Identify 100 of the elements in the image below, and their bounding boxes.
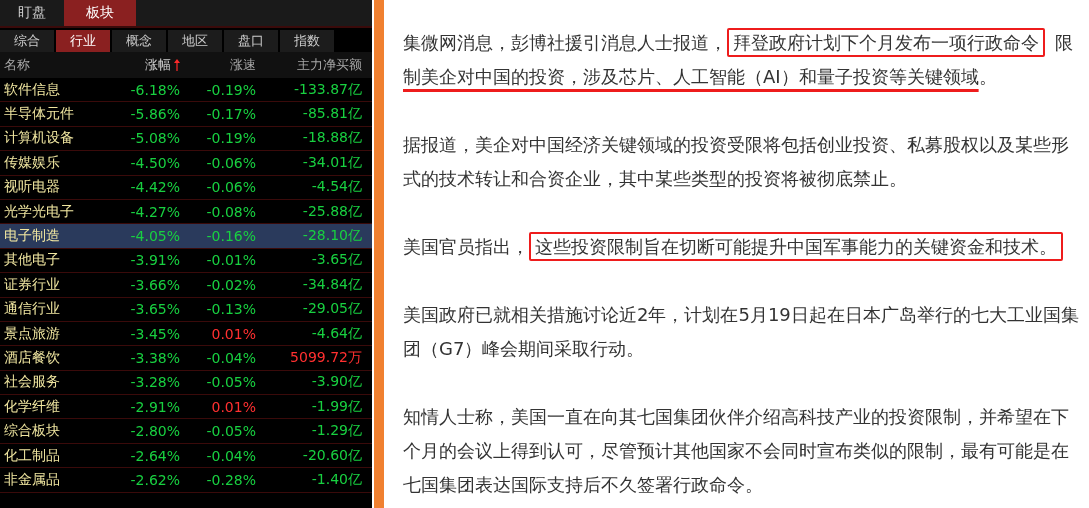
net-inflow-value: -20.60亿 xyxy=(302,446,362,465)
sector-name: 证券行业 xyxy=(4,275,60,294)
net-inflow-value: -4.64亿 xyxy=(311,324,362,343)
speed-percent: -0.06% xyxy=(206,179,256,196)
sector-name: 化工制品 xyxy=(4,446,60,465)
net-inflow-value: -18.88亿 xyxy=(302,129,362,148)
speed-percent: -0.19% xyxy=(206,130,256,147)
category-tab[interactable]: 地区 xyxy=(168,30,222,52)
net-inflow-value: -3.90亿 xyxy=(311,373,362,392)
speed-percent: -0.13% xyxy=(206,301,256,318)
speed-percent: -0.04% xyxy=(206,350,256,366)
category-tab[interactable]: 盘口 xyxy=(224,30,278,52)
change-percent: -3.28% xyxy=(130,374,180,391)
speed-percent: -0.05% xyxy=(206,374,256,391)
net-inflow-value: -1.29亿 xyxy=(311,422,362,441)
table-row[interactable]: 半导体元件 -5.86% -0.17% -85.81亿 xyxy=(0,102,372,127)
change-percent: -6.18% xyxy=(130,81,180,98)
speed-percent: -0.17% xyxy=(206,106,256,123)
table-row[interactable]: 酒店餐饮 -3.38% -0.04% 5099.72万 xyxy=(0,346,372,371)
table-row[interactable]: 通信行业 -3.65% -0.13% -29.05亿 xyxy=(0,297,372,322)
speed-percent: -0.01% xyxy=(206,252,256,269)
sector-name: 景点旅游 xyxy=(4,324,60,343)
speed-percent: 0.01% xyxy=(211,398,256,415)
table-row[interactable]: 化学纤维 -2.91% 0.01% -1.99亿 xyxy=(0,395,372,420)
speed-percent: -0.06% xyxy=(206,154,256,171)
change-percent: -2.64% xyxy=(130,447,180,464)
speed-percent: -0.28% xyxy=(206,471,256,488)
net-inflow-value: -34.01亿 xyxy=(302,153,362,172)
sector-name: 社会服务 xyxy=(4,373,60,392)
net-inflow-value: -3.65亿 xyxy=(311,251,362,270)
sector-name: 传媒娱乐 xyxy=(4,153,60,172)
net-inflow-value: -1.40亿 xyxy=(311,470,362,489)
table-row[interactable]: 计算机设备 -5.08% -0.19% -18.88亿 xyxy=(0,126,372,152)
sector-name: 其他电子 xyxy=(4,251,60,270)
sector-name: 非金属品 xyxy=(4,470,60,489)
category-tab[interactable]: 行业 xyxy=(56,30,110,52)
table-row[interactable]: 化工制品 -2.64% -0.04% -20.60亿 xyxy=(0,443,372,469)
speed-percent: 0.01% xyxy=(211,325,256,342)
net-inflow-value: -133.87亿 xyxy=(293,80,362,99)
table-row[interactable]: 视听电器 -4.42% -0.06% -4.54亿 xyxy=(0,175,372,200)
change-percent: -3.91% xyxy=(130,252,180,269)
article-paragraph: 知情人士称，美国一直在向其七国集团伙伴介绍高科技产业的投资限制，并希望在下个月的会议上得到认可，尽管预计其他国家不会同时宣布类似的限制，最有可能是在七国集团表达国际支持后不久签署行政命令。 xyxy=(403,405,1070,497)
sector-name: 软件信息 xyxy=(4,80,60,99)
net-inflow-value: -85.81亿 xyxy=(302,105,362,124)
sector-name: 电子制造 xyxy=(4,227,60,246)
change-percent: -4.50% xyxy=(130,154,180,171)
category-tab[interactable]: 综合 xyxy=(0,30,54,52)
change-percent: -2.91% xyxy=(130,398,180,415)
speed-percent: -0.05% xyxy=(206,423,256,440)
column-header[interactable]: 主力净买额 xyxy=(297,56,362,74)
column-header[interactable]: 涨幅 xyxy=(145,56,171,74)
sector-name: 计算机设备 xyxy=(4,129,74,148)
speed-percent: -0.16% xyxy=(206,228,256,245)
change-percent: -4.27% xyxy=(130,203,180,220)
change-percent: -2.62% xyxy=(130,471,180,488)
speed-percent: -0.04% xyxy=(206,447,256,464)
table-row[interactable]: 景点旅游 -3.45% 0.01% -4.64亿 xyxy=(0,321,372,347)
change-percent: -4.42% xyxy=(130,179,180,196)
table-row[interactable]: 软件信息 -6.18% -0.19% -133.87亿 xyxy=(0,78,372,103)
net-inflow-value: -25.88亿 xyxy=(302,202,362,221)
change-percent: -3.38% xyxy=(130,350,180,366)
net-inflow-value: 5099.72万 xyxy=(290,349,362,367)
sector-name: 视听电器 xyxy=(4,178,60,197)
table-row[interactable]: 证券行业 -3.66% -0.02% -34.84亿 xyxy=(0,273,372,298)
column-header[interactable]: 名称 xyxy=(4,56,30,74)
change-percent: -3.65% xyxy=(130,301,180,318)
change-percent: -2.80% xyxy=(130,423,180,440)
change-percent: -4.05% xyxy=(130,228,180,245)
sort-arrow-icon xyxy=(174,59,180,71)
table-row[interactable]: 传媒娱乐 -4.50% -0.06% -34.01亿 xyxy=(0,151,372,176)
panel-tab[interactable]: 板块 xyxy=(64,0,136,26)
category-tab[interactable]: 指数 xyxy=(280,30,334,52)
table-row[interactable]: 社会服务 -3.28% -0.05% -3.90亿 xyxy=(0,370,372,396)
table-row[interactable]: 其他电子 -3.91% -0.01% -3.65亿 xyxy=(0,248,372,274)
net-inflow-value: -34.84亿 xyxy=(302,275,362,294)
net-inflow-value: -28.10亿 xyxy=(302,227,362,246)
sector-name: 酒店餐饮 xyxy=(4,349,60,367)
sector-name: 化学纤维 xyxy=(4,397,60,416)
sector-name: 光学光电子 xyxy=(4,202,74,221)
article-paragraph: 据报道，美企对中国经济关键领域的投资受限将包括创业投资、私募股权以及某些形式的技术转让和合资企业，其中某些类型的投资将被彻底禁止。 xyxy=(403,133,1070,191)
table-row[interactable]: 非金属品 -2.62% -0.28% -1.40亿 xyxy=(0,468,372,493)
change-percent: -5.86% xyxy=(130,106,180,123)
category-tab[interactable]: 概念 xyxy=(112,30,166,52)
table-row[interactable]: 电子制造 -4.05% -0.16% -28.10亿 xyxy=(0,224,372,249)
sector-name: 通信行业 xyxy=(4,300,60,319)
speed-percent: -0.19% xyxy=(206,81,256,98)
column-header[interactable]: 涨速 xyxy=(230,56,256,74)
change-percent: -5.08% xyxy=(130,130,180,147)
speed-percent: -0.02% xyxy=(206,276,256,293)
speed-percent: -0.08% xyxy=(206,203,256,220)
net-inflow-value: -1.99亿 xyxy=(311,397,362,416)
sector-name: 综合板块 xyxy=(4,422,60,441)
change-percent: -3.66% xyxy=(130,276,180,293)
article-paragraph: 集微网消息，彭博社援引消息人士报道， 拜登政府计划下个月发布一项行政命令 限 制美企对中国的投资，涉及芯片、人工智能（AI）和量子投资等关键领域。 xyxy=(403,26,1079,94)
change-percent: -3.45% xyxy=(130,325,180,342)
table-row[interactable]: 综合板块 -2.80% -0.05% -1.29亿 xyxy=(0,419,372,444)
sector-name: 半导体元件 xyxy=(4,105,74,124)
net-inflow-value: -4.54亿 xyxy=(311,178,362,197)
article-paragraph: 美国政府已就相关措施讨论近2年，计划在5月19日起在日本广岛举行的七大工业国集团（G7）峰会期间采取行动。 xyxy=(403,303,1079,361)
net-inflow-value: -29.05亿 xyxy=(302,300,362,319)
